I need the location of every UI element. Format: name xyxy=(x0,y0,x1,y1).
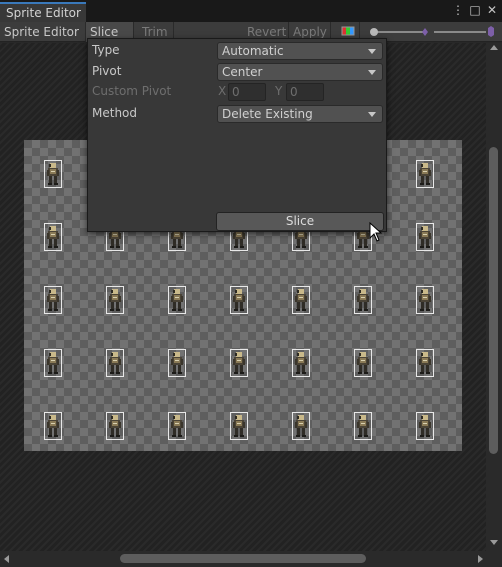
custom-pivot-row: Custom Pivot X 0 Y 0 xyxy=(88,82,388,102)
tab-sprite-editor[interactable]: Sprite Editor xyxy=(0,2,86,22)
tab-bar: Sprite Editor ⋮ □ ✕ xyxy=(0,0,502,22)
mip-level-icon xyxy=(422,28,428,36)
scroll-up-icon[interactable] xyxy=(490,45,498,50)
pivot-row: Pivot Center xyxy=(88,62,388,82)
sprite-cell[interactable] xyxy=(106,412,124,440)
sprite-cell[interactable] xyxy=(416,286,434,314)
character-sprite-icon xyxy=(171,352,183,374)
sprite-cell[interactable] xyxy=(292,286,310,314)
character-sprite-icon xyxy=(295,415,307,437)
maximize-icon[interactable]: □ xyxy=(468,3,482,17)
type-value: Automatic xyxy=(222,44,284,58)
sprite-cell[interactable] xyxy=(44,349,62,377)
chevron-down-icon xyxy=(368,112,376,117)
sprite-cell[interactable] xyxy=(44,223,62,251)
type-dropdown[interactable]: Automatic xyxy=(217,42,383,60)
method-value: Delete Existing xyxy=(222,107,313,121)
character-sprite-icon xyxy=(171,289,183,311)
pivot-value: Center xyxy=(222,65,263,79)
chevron-down-icon xyxy=(368,70,376,75)
vertical-scroll-thumb[interactable] xyxy=(489,147,498,454)
slice-button[interactable]: Slice xyxy=(216,212,384,231)
character-sprite-icon xyxy=(47,163,59,185)
editor-mode-label: Sprite Editor xyxy=(4,25,79,39)
character-sprite-icon xyxy=(233,352,245,374)
sprite-cell[interactable] xyxy=(416,160,434,188)
pivot-label: Pivot xyxy=(92,64,122,78)
type-row: Type Automatic xyxy=(88,41,388,61)
character-sprite-icon xyxy=(47,415,59,437)
sprite-cell[interactable] xyxy=(44,412,62,440)
scroll-right-icon[interactable] xyxy=(478,555,483,563)
sprite-cell[interactable] xyxy=(292,412,310,440)
custom-pivot-x-field[interactable]: 0 xyxy=(228,83,266,101)
vertical-scrollbar[interactable] xyxy=(486,43,502,551)
character-sprite-icon xyxy=(109,352,121,374)
x-label: X xyxy=(218,84,227,98)
y-label: Y xyxy=(275,84,283,98)
sprite-cell[interactable] xyxy=(292,349,310,377)
method-row: Method Delete Existing xyxy=(88,104,388,124)
sprite-cell[interactable] xyxy=(168,286,186,314)
character-sprite-icon xyxy=(47,289,59,311)
method-label: Method xyxy=(92,106,138,120)
sprite-cell[interactable] xyxy=(416,412,434,440)
horizontal-scroll-thumb[interactable] xyxy=(120,554,366,563)
sprite-cell[interactable] xyxy=(106,286,124,314)
character-sprite-icon xyxy=(419,289,431,311)
sprite-cell[interactable] xyxy=(106,349,124,377)
mouse-cursor-icon xyxy=(369,222,383,242)
editor-mode-dropdown[interactable]: Sprite Editor xyxy=(0,22,86,54)
type-label: Type xyxy=(92,43,120,57)
mip-level-icon xyxy=(488,26,494,37)
sprite-cell[interactable] xyxy=(354,286,372,314)
sprite-cell[interactable] xyxy=(416,349,434,377)
sprite-cell[interactable] xyxy=(168,412,186,440)
more-options-icon[interactable]: ⋮ xyxy=(451,3,465,17)
revert-label: Revert xyxy=(247,25,287,39)
character-sprite-icon xyxy=(109,289,121,311)
scroll-down-icon[interactable] xyxy=(490,540,498,545)
character-sprite-icon xyxy=(171,415,183,437)
character-sprite-icon xyxy=(357,415,369,437)
slice-popup: Type Automatic Pivot Center Custom Pivot… xyxy=(87,38,387,232)
sprite-cell[interactable] xyxy=(354,412,372,440)
custom-pivot-y-field[interactable]: 0 xyxy=(286,83,324,101)
horizontal-scrollbar[interactable] xyxy=(0,551,502,567)
character-sprite-icon xyxy=(295,352,307,374)
zoom-slider[interactable] xyxy=(368,22,502,42)
character-sprite-icon xyxy=(419,226,431,248)
sprite-cell[interactable] xyxy=(230,412,248,440)
character-sprite-icon xyxy=(357,289,369,311)
sprite-cell[interactable] xyxy=(44,286,62,314)
trim-label: Trim xyxy=(142,25,168,39)
character-sprite-icon xyxy=(47,226,59,248)
slider-handle[interactable] xyxy=(370,28,378,36)
close-icon[interactable]: ✕ xyxy=(485,3,499,17)
sprite-cell[interactable] xyxy=(230,286,248,314)
character-sprite-icon xyxy=(419,352,431,374)
character-sprite-icon xyxy=(419,163,431,185)
character-sprite-icon xyxy=(47,352,59,374)
sprite-cell[interactable] xyxy=(230,349,248,377)
slice-label: Slice xyxy=(90,25,119,39)
character-sprite-icon xyxy=(419,415,431,437)
character-sprite-icon xyxy=(233,415,245,437)
character-sprite-icon xyxy=(233,289,245,311)
character-sprite-icon xyxy=(109,415,121,437)
sprite-cell[interactable] xyxy=(354,349,372,377)
slice-button-label: Slice xyxy=(285,214,315,228)
pivot-dropdown[interactable]: Center xyxy=(217,63,383,81)
character-sprite-icon xyxy=(295,289,307,311)
sprite-cell[interactable] xyxy=(44,160,62,188)
tab-title: Sprite Editor xyxy=(6,6,81,20)
sprite-cell[interactable] xyxy=(416,223,434,251)
chevron-down-icon xyxy=(368,49,376,54)
custom-pivot-label: Custom Pivot xyxy=(92,84,172,98)
method-dropdown[interactable]: Delete Existing xyxy=(217,105,383,123)
apply-label: Apply xyxy=(293,25,327,39)
sprite-cell[interactable] xyxy=(168,349,186,377)
scroll-left-icon[interactable] xyxy=(4,555,9,563)
character-sprite-icon xyxy=(357,352,369,374)
